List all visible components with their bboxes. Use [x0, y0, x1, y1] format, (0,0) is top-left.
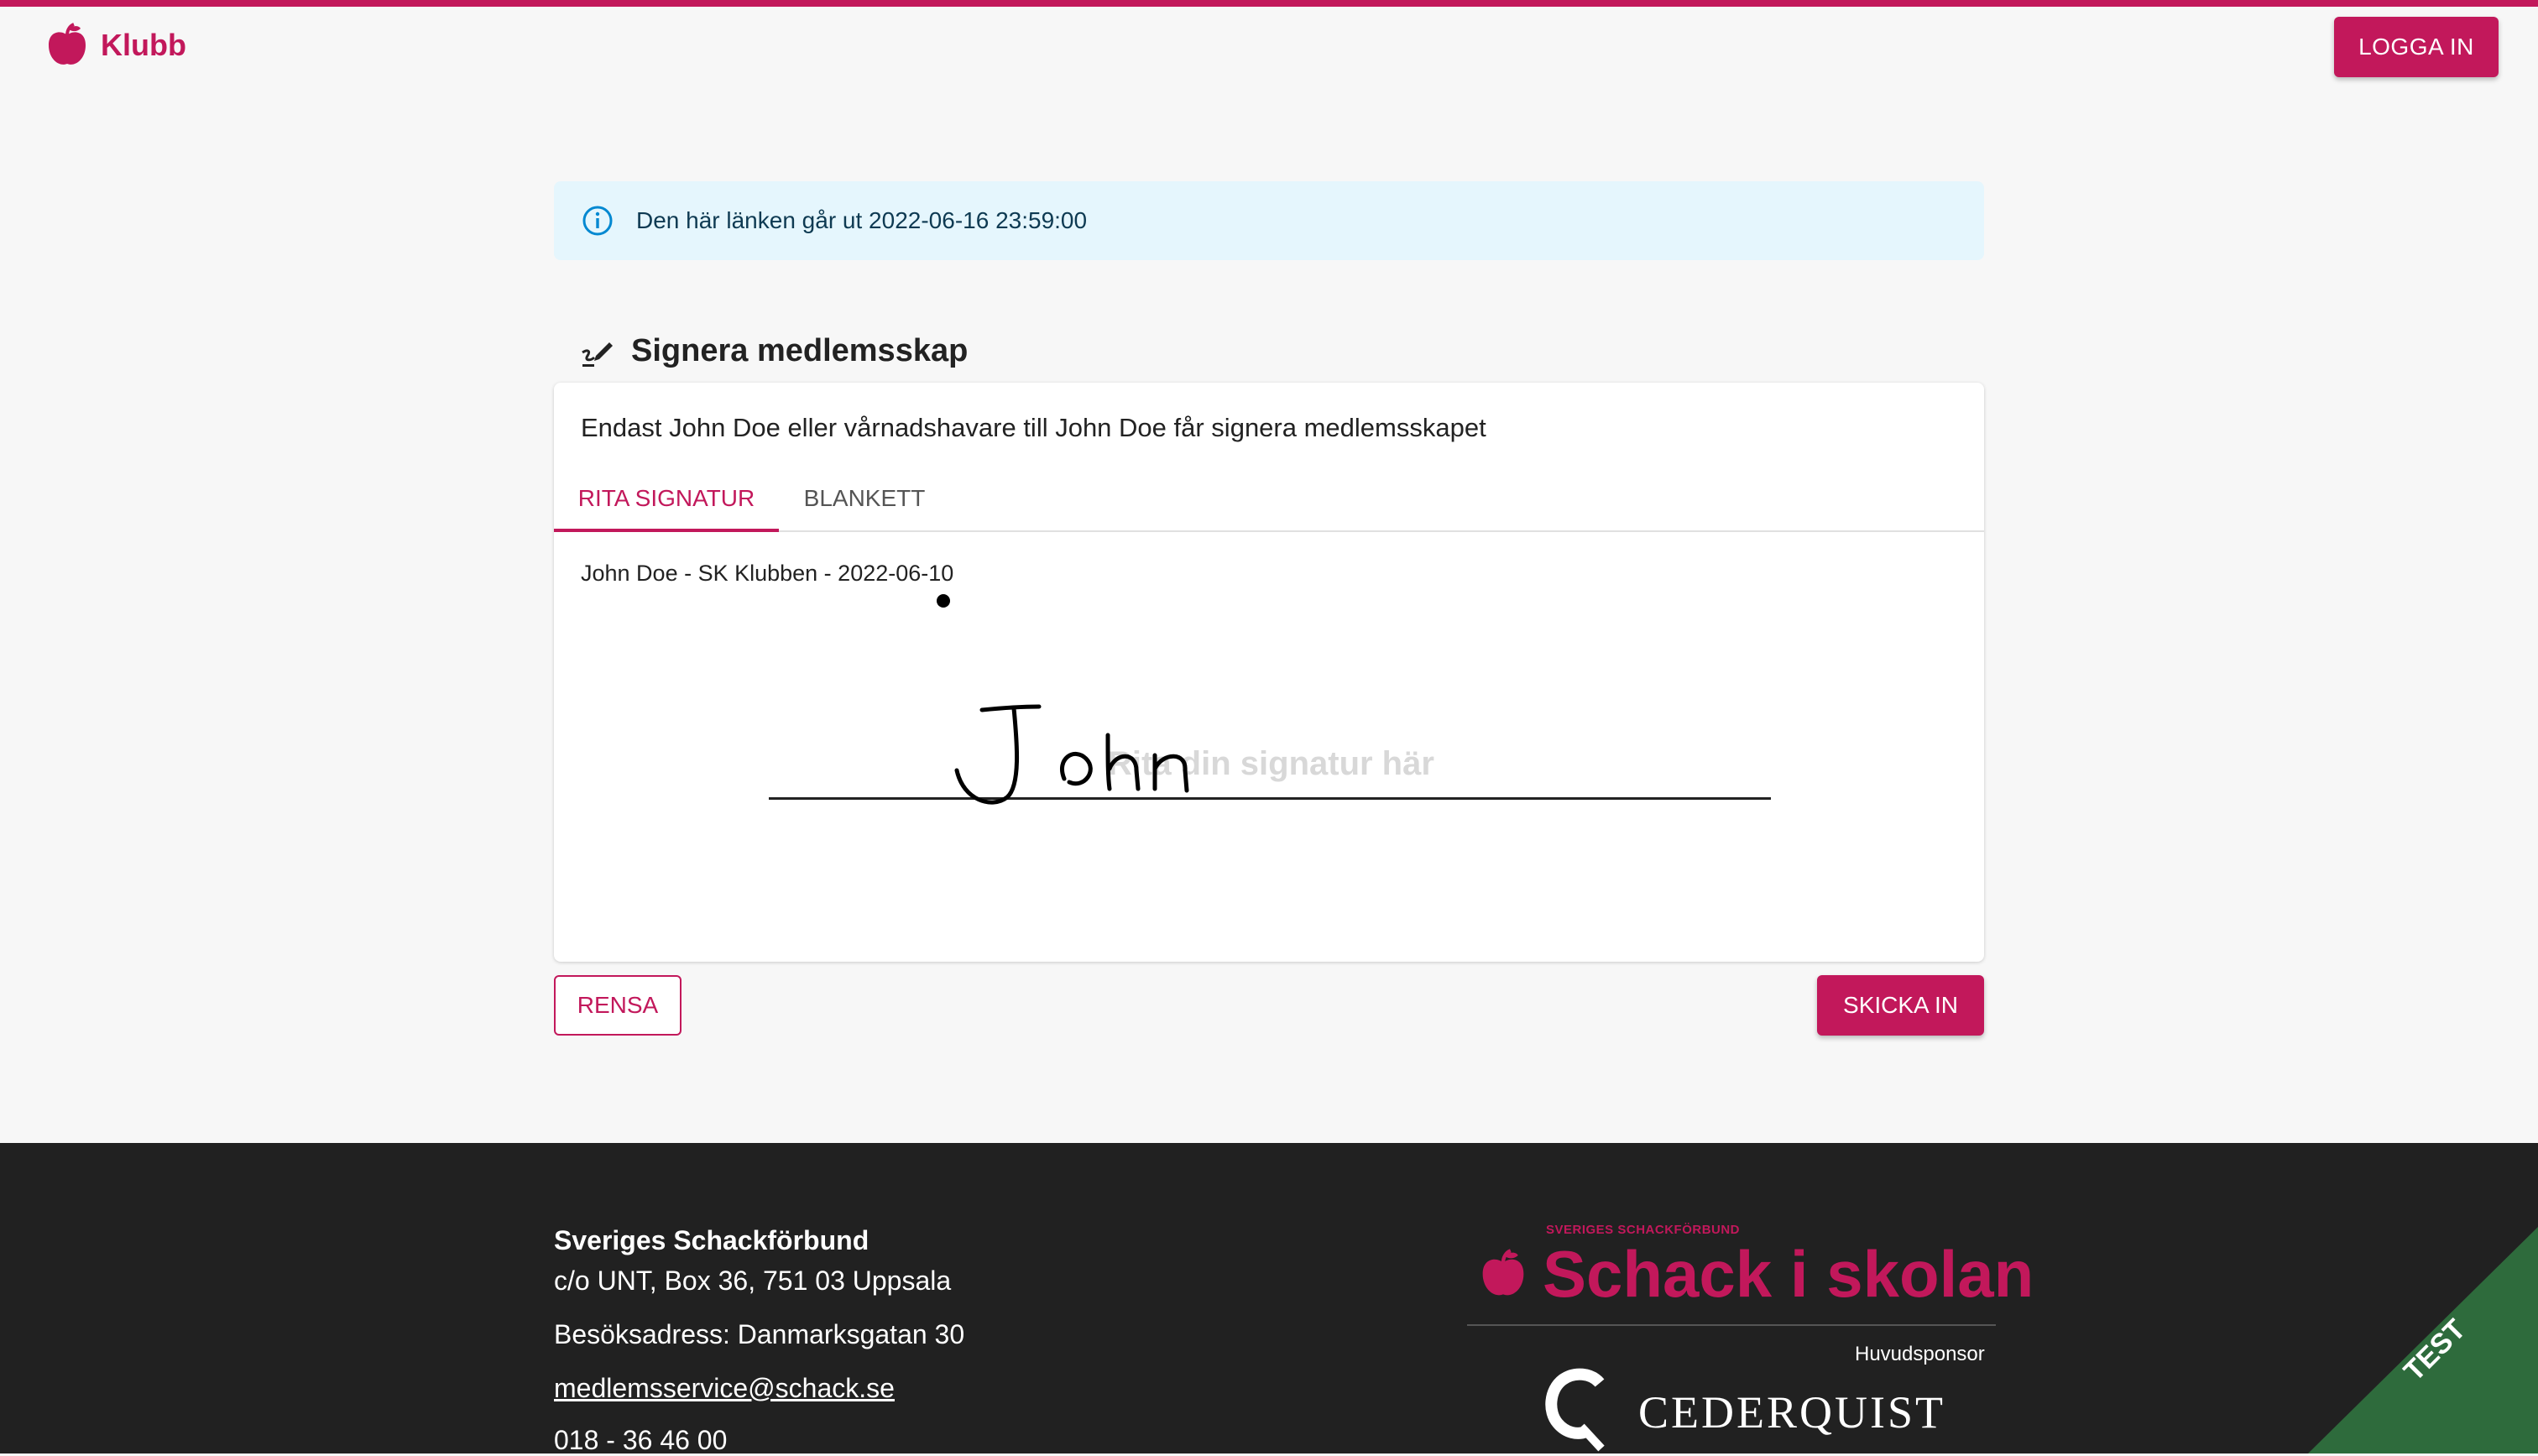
signing-notice: Endast John Doe eller vårnadshavare till… — [581, 413, 1486, 442]
schack-i-skolan-logo[interactable]: SVERIGES SCHACKFÖRBUND Schack i skolan — [1477, 1223, 2034, 1323]
tab-form[interactable]: BLANKETT — [779, 467, 950, 530]
submit-button[interactable]: SKICKA IN — [1817, 975, 1984, 1036]
expiry-alert: Den här länken går ut 2022-06-16 23:59:0… — [554, 181, 1984, 260]
sponsor-name: CEDERQUIST — [1638, 1387, 1945, 1438]
footer-divider — [1467, 1324, 1996, 1326]
signature-card: Endast John Doe eller vårnadshavare till… — [554, 383, 1984, 962]
signature-placeholder: Rita din signatur här — [1108, 745, 1434, 782]
section-heading: Signera medlemsskap — [579, 327, 968, 374]
info-icon — [582, 206, 613, 236]
apple-icon — [1482, 1249, 1524, 1296]
signature-tabs: RITA SIGNATUR BLANKETT — [554, 467, 1984, 532]
footer-phone: 018 - 36 46 00 — [554, 1425, 728, 1455]
signature-baseline — [769, 797, 1771, 800]
signature-icon — [582, 342, 613, 367]
footer-org-name: Sveriges Schackförbund — [554, 1225, 870, 1255]
partner-small-text: SVERIGES SCHACKFÖRBUND — [1546, 1223, 1741, 1237]
tab-draw-signature[interactable]: RITA SIGNATUR — [554, 467, 779, 532]
page-title: Signera medlemsskap — [631, 332, 969, 368]
site-footer: Sveriges Schackförbund c/o UNT, Box 36, … — [0, 1143, 2538, 1455]
footer-address: c/o UNT, Box 36, 751 03 Uppsala — [554, 1266, 952, 1296]
footer-visit-address: Besöksadress: Danmarksgatan 30 — [554, 1319, 965, 1349]
cederquist-q-icon — [1545, 1368, 1605, 1452]
brand-logo[interactable]: Klubb — [44, 22, 186, 69]
cederquist-logo[interactable]: CEDERQUIST — [1541, 1368, 1943, 1452]
sponsor-label: Huvudsponsor — [1855, 1343, 1985, 1365]
brand-name: Klubb — [101, 28, 186, 62]
footer-email-link[interactable]: medlemsservice@schack.se — [554, 1373, 895, 1403]
apple-icon — [49, 23, 86, 65]
clear-button[interactable]: RENSA — [554, 975, 682, 1036]
top-accent-bar — [0, 0, 2538, 7]
partner-name: Schack i skolan — [1543, 1237, 2034, 1311]
login-button[interactable]: LOGGA IN — [2334, 17, 2499, 77]
alert-message: Den här länken går ut 2022-06-16 23:59:0… — [636, 207, 1088, 233]
